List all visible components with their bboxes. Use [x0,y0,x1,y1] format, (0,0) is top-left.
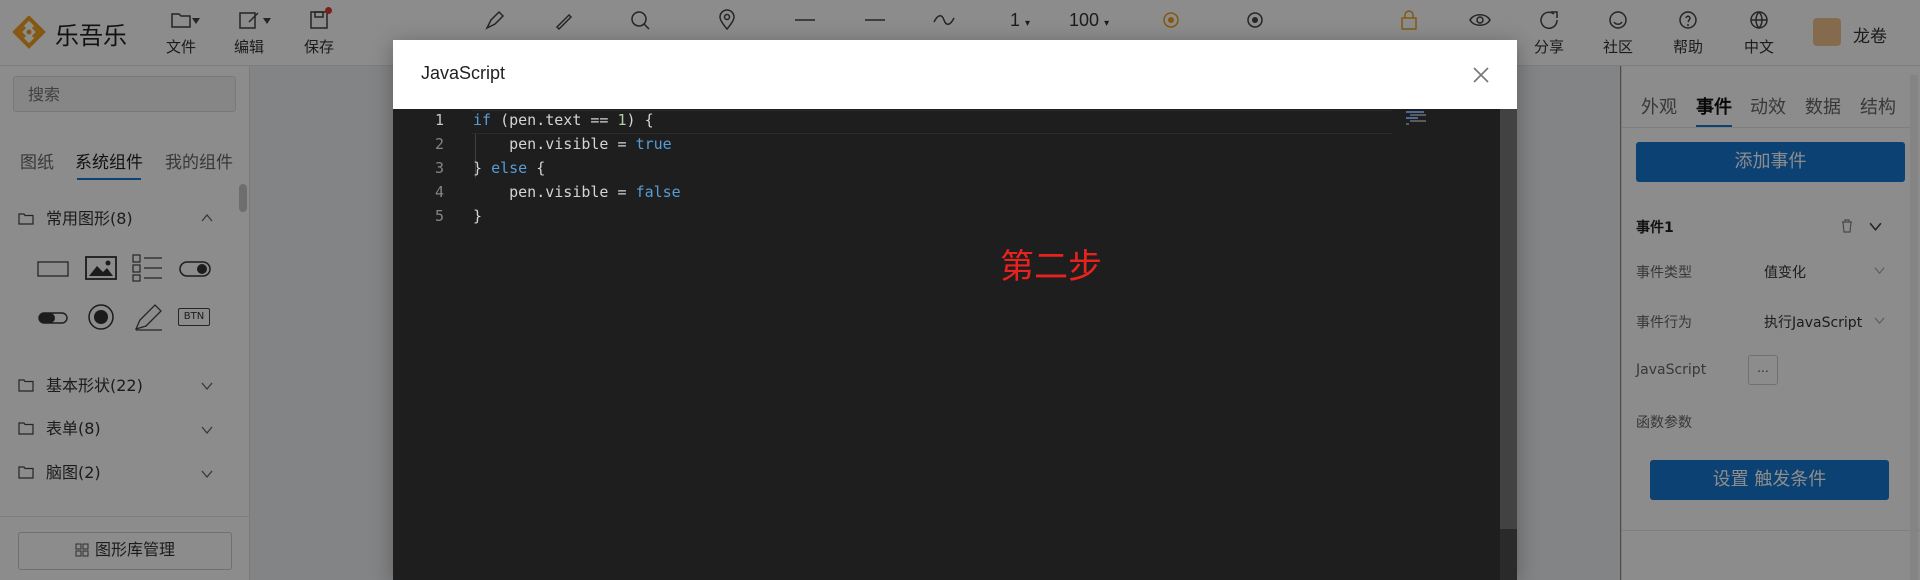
code-editor[interactable] [393,109,1517,580]
dialog-title: JavaScript [421,63,506,83]
step-annotation: 第二步 [1000,247,1102,287]
editor-scrollbar[interactable] [1500,109,1517,529]
code-line[interactable]: pen.visible = true [473,135,672,153]
line-number: 5 [434,207,444,225]
code-line[interactable]: } else { [473,159,545,177]
code-line[interactable]: } [473,207,482,225]
code-line[interactable]: if (pen.text == 1) { [473,111,654,129]
line-number: 1 [434,111,444,129]
close-icon[interactable] [1470,64,1492,86]
editor-scrollbar-track[interactable] [1500,529,1517,580]
line-number: 3 [434,159,444,177]
code-line[interactable]: pen.visible = false [473,183,681,201]
line-number: 2 [434,135,444,153]
line-number: 4 [434,183,444,201]
code-minimap[interactable] [1402,109,1500,580]
